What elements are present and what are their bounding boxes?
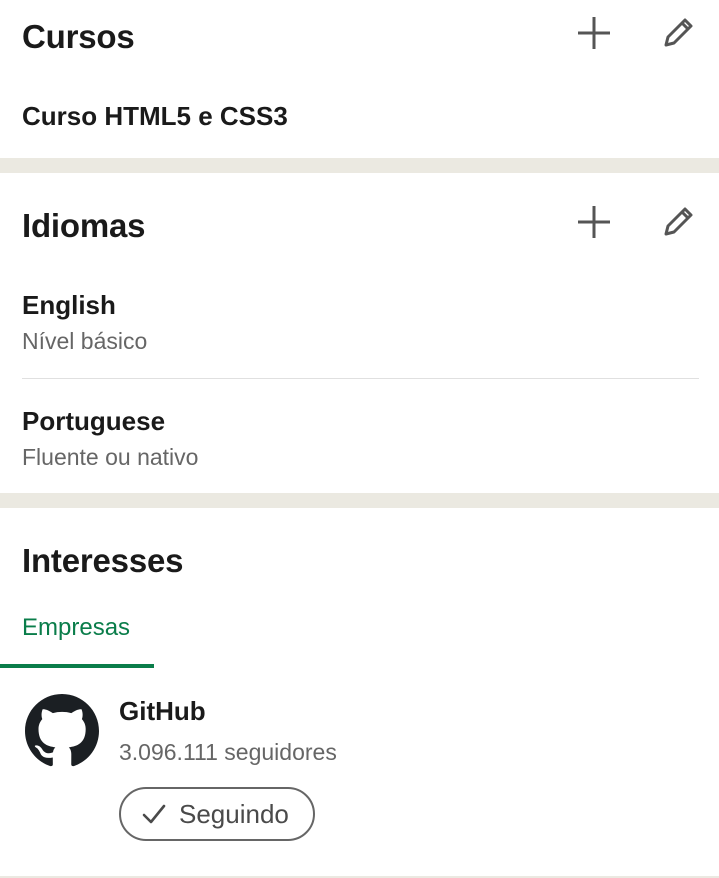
pencil-icon	[664, 18, 693, 47]
tab-companies[interactable]: Empresas	[0, 610, 154, 668]
add-course-button[interactable]	[570, 9, 618, 57]
company-followers-count: 3.096.111 seguidores	[119, 739, 337, 765]
list-divider	[22, 378, 699, 379]
following-button[interactable]: Seguindo	[119, 787, 315, 841]
courses-section: Cursos Curso HTML5 e CSS3	[0, 0, 719, 158]
course-item-name: Curso HTML5 e CSS3	[22, 101, 288, 131]
edit-courses-button[interactable]	[654, 9, 702, 57]
following-button-label: Seguindo	[179, 798, 289, 829]
language-item-level: Nível básico	[22, 328, 148, 354]
courses-title: Cursos	[22, 18, 135, 55]
plus-icon	[578, 17, 610, 49]
language-item-level: Fluente ou nativo	[22, 444, 199, 470]
checkmark-icon	[142, 804, 166, 824]
plus-icon	[578, 206, 610, 238]
company-name[interactable]: GitHub	[119, 696, 206, 727]
github-logo-icon	[25, 694, 99, 767]
tab-companies-label: Empresas	[22, 614, 131, 641]
pencil-icon	[664, 207, 693, 236]
add-language-button[interactable]	[570, 198, 618, 246]
section-divider	[0, 493, 719, 508]
edit-languages-button[interactable]	[654, 198, 702, 246]
company-logo[interactable]	[25, 694, 99, 768]
languages-section: Idiomas English Nível básico Portuguese …	[0, 173, 719, 493]
interests-section: Interesses	[0, 508, 719, 876]
active-tab-indicator	[0, 664, 154, 668]
interests-title: Interesses	[22, 542, 184, 579]
languages-title: Idiomas	[22, 207, 146, 244]
section-divider	[0, 158, 719, 173]
language-item-name: English	[22, 290, 116, 320]
language-item-name: Portuguese	[22, 406, 166, 436]
